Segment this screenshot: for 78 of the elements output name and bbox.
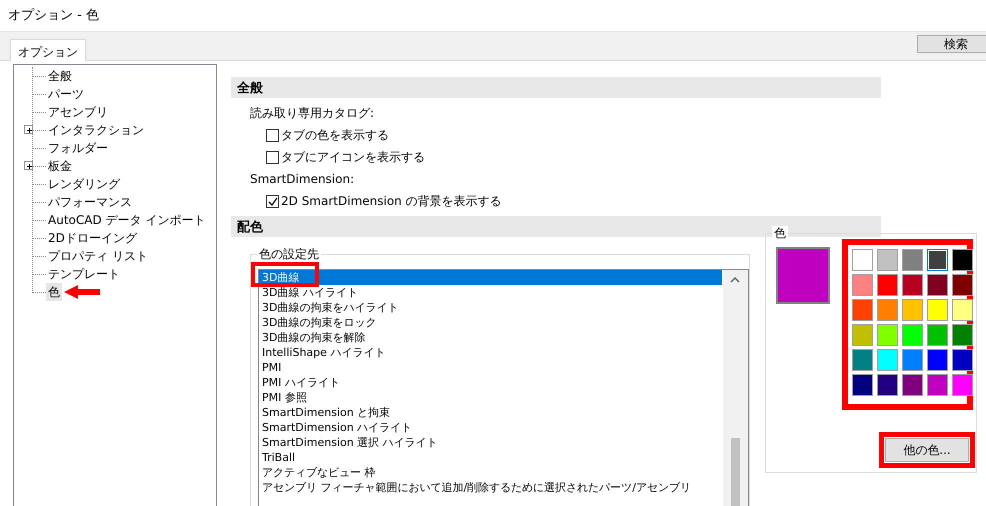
group-legend: 色の設定先 xyxy=(257,247,321,261)
checkbox-label: タブの色を表示する xyxy=(281,127,389,144)
scrollbar[interactable] xyxy=(723,270,748,506)
color-swatch[interactable] xyxy=(927,324,948,346)
color-swatch[interactable] xyxy=(927,299,948,321)
list-item[interactable]: 3D曲線の拘束を解除 xyxy=(259,330,722,345)
expand-icon[interactable] xyxy=(24,161,33,170)
color-swatch[interactable] xyxy=(927,249,948,271)
color-swatch[interactable] xyxy=(927,374,948,396)
tree-item[interactable]: レンダリング xyxy=(46,175,122,193)
tree-item[interactable]: 板金 xyxy=(46,157,74,175)
group-label: SmartDimension: xyxy=(250,172,356,186)
list-item[interactable]: SmartDimension 選択 ハイライト xyxy=(259,435,722,450)
group-legend: 色 xyxy=(772,226,788,240)
color-swatch[interactable] xyxy=(902,299,923,321)
color-swatch[interactable] xyxy=(877,274,898,296)
color-swatch[interactable] xyxy=(877,249,898,271)
tree-item[interactable]: 全般 xyxy=(46,67,74,85)
list-item[interactable]: PMI ハイライト xyxy=(259,375,722,390)
list-item[interactable]: 3D曲線 xyxy=(259,270,722,285)
list-item[interactable]: IntelliShape ハイライト xyxy=(259,345,722,360)
scrollbar-thumb[interactable] xyxy=(731,438,740,506)
window-title: オプション - 色 xyxy=(0,0,986,32)
tab[interactable]: オプション xyxy=(10,39,86,61)
color-swatch[interactable] xyxy=(852,299,873,321)
color-swatch[interactable] xyxy=(877,324,898,346)
color-swatch[interactable] xyxy=(877,299,898,321)
list-item[interactable]: アセンブリ フィーチャ範囲において追加/削除するために選択されたパーツ/アセンブリ xyxy=(259,480,722,495)
tree-item[interactable]: インタラクション xyxy=(46,121,146,139)
tree-item[interactable]: テンプレート xyxy=(46,265,122,283)
list-item[interactable]: アクティブなビュー 枠 xyxy=(259,465,722,480)
checkbox[interactable] xyxy=(266,194,279,208)
list-item[interactable]: TriBall xyxy=(259,450,722,465)
scroll-up-icon[interactable] xyxy=(730,276,740,283)
color-swatch[interactable] xyxy=(852,324,873,346)
tree-item[interactable]: プロパティ リスト xyxy=(46,247,150,265)
tree-item[interactable]: AutoCAD データ インポート xyxy=(46,211,208,229)
color-swatch[interactable] xyxy=(952,349,973,371)
tree-item[interactable]: 2Dドローイング xyxy=(46,229,139,247)
checkbox-label: 2D SmartDimension の背景を表示する xyxy=(281,193,502,210)
color-swatch[interactable] xyxy=(852,249,873,271)
list-item[interactable]: 3D曲線の拘束をハイライト xyxy=(259,300,722,315)
list-item[interactable]: 3D曲線の拘束をロック xyxy=(259,315,722,330)
more-colors-button[interactable]: 他の色... xyxy=(885,438,969,462)
color-swatch[interactable] xyxy=(902,324,923,346)
color-swatch[interactable] xyxy=(952,249,973,271)
color-swatch[interactable] xyxy=(852,349,873,371)
list-item[interactable]: SmartDimension ハイライト xyxy=(259,420,722,435)
checkbox-label: タブにアイコンを表示する xyxy=(281,149,425,166)
list-item[interactable]: 3D曲線 ハイライト xyxy=(259,285,722,300)
tree-item[interactable]: パーツ xyxy=(46,85,86,103)
color-swatch[interactable] xyxy=(952,299,973,321)
expand-icon[interactable] xyxy=(24,125,33,134)
color-swatch[interactable] xyxy=(902,374,923,396)
color-swatch[interactable] xyxy=(952,374,973,396)
color-swatch[interactable] xyxy=(877,349,898,371)
list-item[interactable]: PMI 参照 xyxy=(259,390,722,405)
checkbox[interactable] xyxy=(266,150,279,164)
tree-item[interactable]: パフォーマンス xyxy=(46,193,134,211)
tree-item[interactable]: 色 xyxy=(46,283,62,301)
color-swatch[interactable] xyxy=(902,349,923,371)
color-swatch[interactable] xyxy=(902,249,923,271)
color-swatch[interactable] xyxy=(952,274,973,296)
color-swatch[interactable] xyxy=(952,324,973,346)
tree-item[interactable]: フォルダー xyxy=(46,139,110,157)
color-swatch[interactable] xyxy=(902,274,923,296)
group-label: 読み取り専用カタログ: xyxy=(250,106,376,120)
color-swatch[interactable] xyxy=(927,349,948,371)
checkbox[interactable] xyxy=(266,128,279,142)
section-header: 全般 xyxy=(231,77,881,98)
color-swatch[interactable] xyxy=(852,374,873,396)
list-item[interactable]: PMI xyxy=(259,360,722,375)
color-swatch[interactable] xyxy=(927,274,948,296)
list-item[interactable]: SmartDimension と拘束 xyxy=(259,405,722,420)
color-swatch[interactable] xyxy=(852,274,873,296)
color-swatch[interactable] xyxy=(877,374,898,396)
search-options-button[interactable]: 検索 xyxy=(917,35,986,53)
tree-item[interactable]: アセンブリ xyxy=(46,103,110,121)
